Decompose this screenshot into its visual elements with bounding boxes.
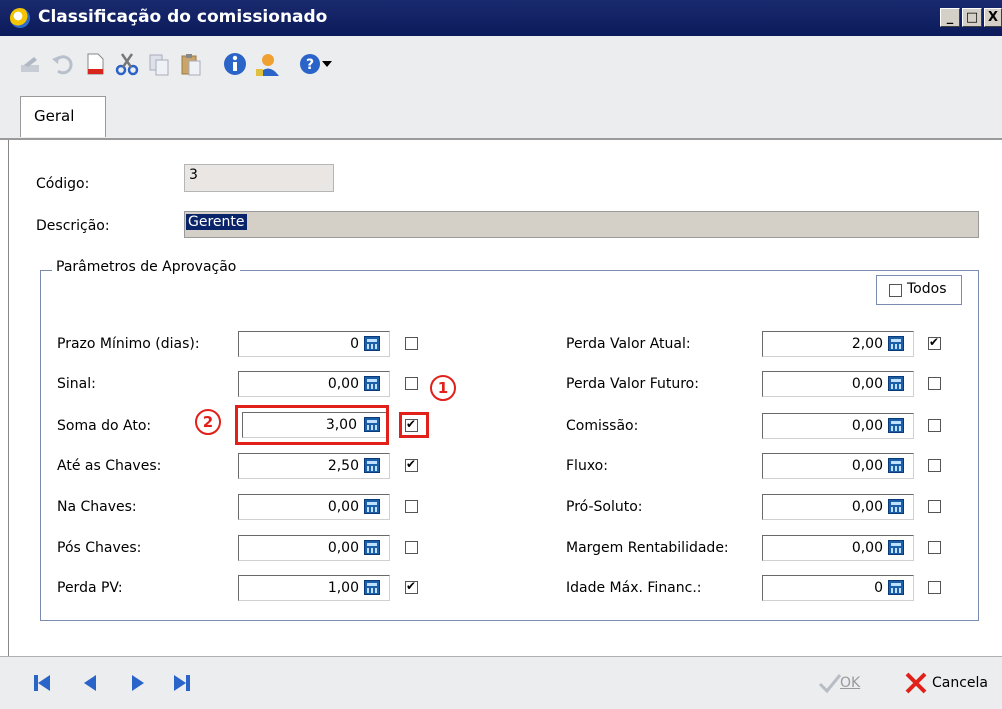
perda-valor-futuro-checkbox[interactable] <box>928 377 941 390</box>
row-label: Pós Chaves: <box>57 540 142 556</box>
copy-icon[interactable] <box>146 51 172 77</box>
maximize-button[interactable]: □ <box>962 8 982 27</box>
descricao-field[interactable]: Gerente <box>184 211 979 238</box>
sinal-checkbox[interactable] <box>405 377 418 390</box>
row-label: Fluxo: <box>566 458 608 474</box>
title-bar: Classificação do comissionado _ □ X <box>0 0 1002 36</box>
row-label: Até as Chaves: <box>57 458 162 474</box>
calculator-icon[interactable] <box>888 376 904 391</box>
last-record-icon[interactable] <box>172 673 192 693</box>
row-label: Idade Máx. Financ.: <box>566 580 702 596</box>
user-icon[interactable] <box>254 51 280 77</box>
cut-icon[interactable] <box>114 51 140 77</box>
calculator-icon[interactable] <box>364 336 380 351</box>
calculator-icon[interactable] <box>364 376 380 391</box>
group-title: Parâmetros de Aprovação <box>52 259 241 275</box>
calculator-icon[interactable] <box>888 540 904 555</box>
fluxo-checkbox[interactable] <box>928 459 941 472</box>
info-icon[interactable] <box>222 51 248 77</box>
highlight-soma-do-ato-field <box>235 405 389 445</box>
tab-label: Geral <box>34 107 75 125</box>
todos-checkbox[interactable]: Todos <box>876 275 962 305</box>
svg-text:?: ? <box>306 57 314 73</box>
close-button[interactable]: X <box>984 8 1002 27</box>
window-title: Classificação do comissionado <box>38 7 328 27</box>
tab-geral[interactable]: Geral <box>20 96 106 137</box>
calculator-icon[interactable] <box>888 418 904 433</box>
chevron-down-icon[interactable] <box>322 60 332 68</box>
ok-label: OK <box>840 675 861 691</box>
row-label: Perda Valor Futuro: <box>566 376 699 392</box>
calculator-icon[interactable] <box>888 580 904 595</box>
minimize-button[interactable]: _ <box>940 8 960 27</box>
row-label: Perda PV: <box>57 580 123 596</box>
calculator-icon[interactable] <box>888 336 904 351</box>
ate-as-chaves-checkbox[interactable] <box>405 457 418 472</box>
cancel-label: Cancela <box>932 675 989 691</box>
undo-icon[interactable] <box>50 51 76 77</box>
comissao-checkbox[interactable] <box>928 419 941 432</box>
pos-chaves-checkbox[interactable] <box>405 541 418 554</box>
bottom-bar: OK Cancela <box>0 656 1002 709</box>
help-icon[interactable]: ? <box>298 51 324 77</box>
first-record-icon[interactable] <box>32 673 52 693</box>
row-label: Perda Valor Atual: <box>566 336 691 352</box>
row-label: Pró-Soluto: <box>566 499 643 515</box>
toolbar: ? <box>0 36 1002 93</box>
na-chaves-checkbox[interactable] <box>405 500 418 513</box>
previous-record-icon[interactable] <box>80 673 100 693</box>
perda-pv-checkbox[interactable] <box>405 579 418 594</box>
row-label: Prazo Mínimo (dias): <box>57 336 200 352</box>
calculator-icon[interactable] <box>364 499 380 514</box>
cancel-x-icon <box>905 672 927 694</box>
prazo-minimo-checkbox[interactable] <box>405 337 418 350</box>
tab-strip: Geral <box>0 92 1002 140</box>
calculator-icon[interactable] <box>364 540 380 555</box>
pro-soluto-checkbox[interactable] <box>928 500 941 513</box>
perda-valor-atual-checkbox[interactable] <box>928 335 941 350</box>
row-label: Margem Rentabilidade: <box>566 540 729 556</box>
paste-icon[interactable] <box>178 51 204 77</box>
margem-rentabilidade-checkbox[interactable] <box>928 541 941 554</box>
highlight-soma-do-ato-checkbox <box>399 412 429 438</box>
row-label: Na Chaves: <box>57 499 137 515</box>
row-label: Sinal: <box>57 376 96 392</box>
row-label: Comissão: <box>566 418 639 434</box>
row-label: Soma do Ato: <box>57 418 152 434</box>
new-document-icon[interactable] <box>82 51 108 77</box>
descricao-value: Gerente <box>186 214 247 230</box>
codigo-label: Código: <box>36 176 90 192</box>
codigo-field[interactable]: 3 <box>184 164 334 192</box>
calculator-icon[interactable] <box>888 458 904 473</box>
app-icon <box>10 8 30 28</box>
parametros-groupbox <box>40 270 979 621</box>
calculator-icon[interactable] <box>364 580 380 595</box>
next-record-icon[interactable] <box>128 673 148 693</box>
calculator-icon[interactable] <box>888 499 904 514</box>
calculator-icon[interactable] <box>364 458 380 473</box>
idade-max-financ-checkbox[interactable] <box>928 581 941 594</box>
checkmark-icon <box>818 674 842 694</box>
todos-checkbox-box[interactable] <box>889 284 902 297</box>
descricao-label: Descrição: <box>36 218 110 234</box>
todos-label: Todos <box>907 281 947 297</box>
annotation-badge-2: 2 <box>195 409 221 435</box>
edit-icon[interactable] <box>18 51 44 77</box>
annotation-badge-1: 1 <box>430 375 456 401</box>
